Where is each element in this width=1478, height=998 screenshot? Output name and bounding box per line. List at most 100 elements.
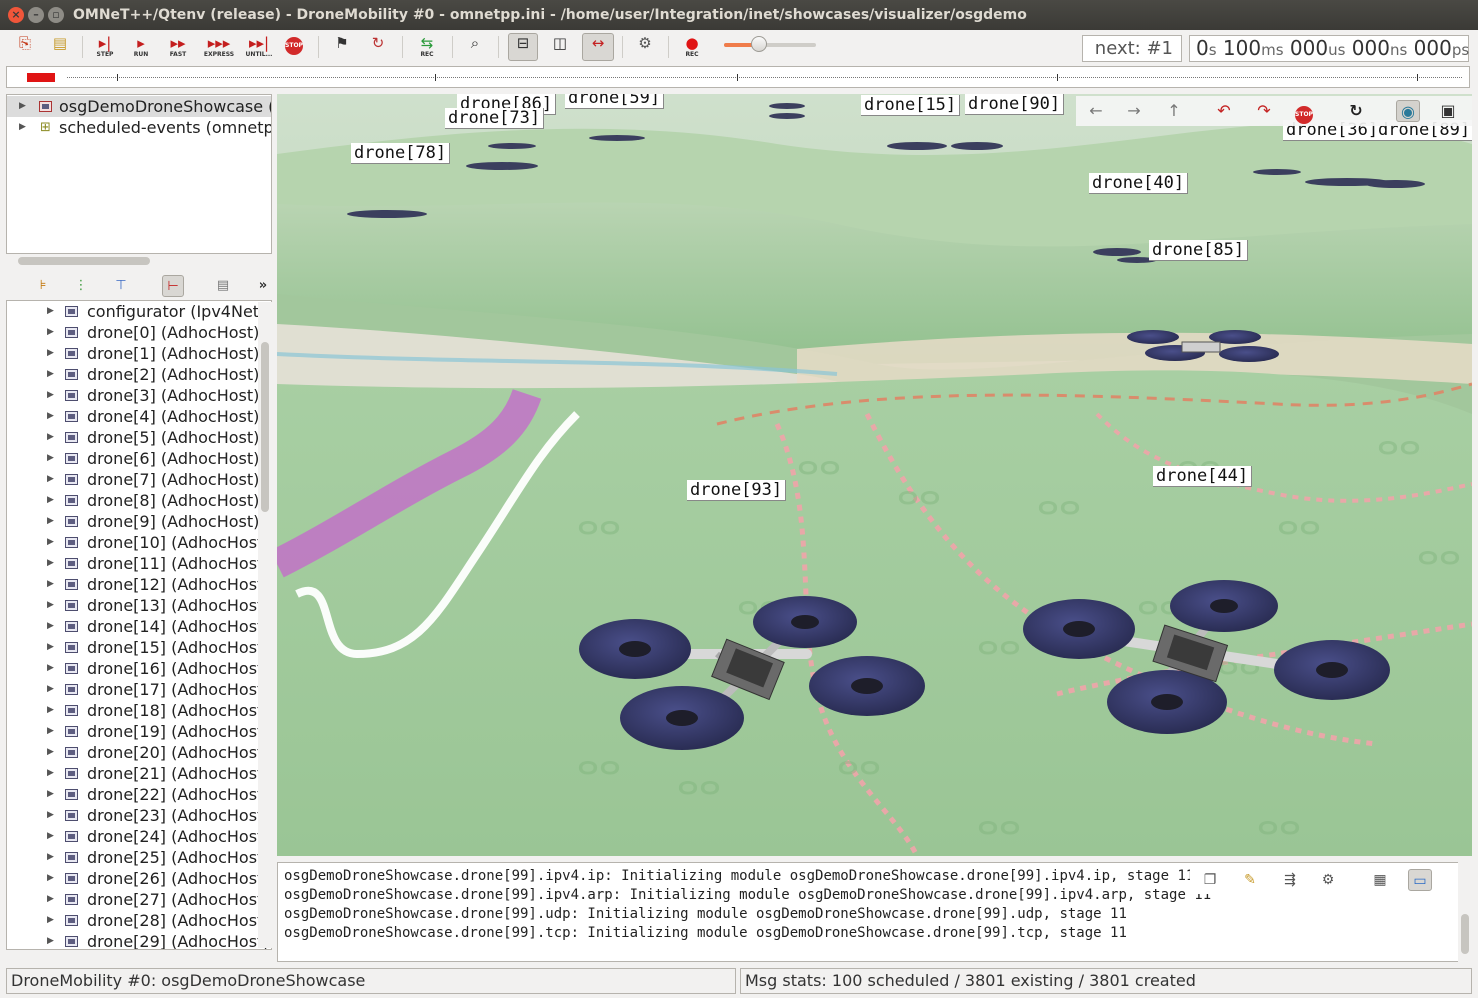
expand-arrow-icon[interactable]: ▶: [47, 910, 54, 931]
until-button[interactable]: ▸▸| UNTIL...: [242, 33, 276, 61]
window-minimize-button[interactable]: –: [28, 7, 44, 23]
module-tree-item[interactable]: ▶ drone[5] (AdhocHost): [7, 427, 271, 448]
module-tree-item[interactable]: ▶ drone[12] (AdhocHost): [7, 574, 271, 595]
expand-arrow-icon[interactable]: ▶: [47, 889, 54, 910]
expand-arrow-icon[interactable]: ▶: [47, 847, 54, 868]
expand-arrow-icon[interactable]: ▶: [47, 385, 54, 406]
expand-arrow-icon[interactable]: ▶: [47, 784, 54, 805]
expand-arrow-icon[interactable]: ▶: [47, 301, 54, 322]
expand-arrow-icon[interactable]: ▶: [47, 931, 54, 949]
record-video-button[interactable]: ● REC: [678, 33, 706, 61]
module-tree-item[interactable]: ▶ drone[17] (AdhocHost): [7, 679, 271, 700]
expand-arrow-icon[interactable]: ▶: [47, 616, 54, 637]
expand-arrow-icon[interactable]: ▶: [47, 574, 54, 595]
expand-arrow-icon[interactable]: ▶: [47, 448, 54, 469]
module-view-icon[interactable]: ▣: [1436, 100, 1460, 122]
scrollbar-thumb[interactable]: [261, 342, 269, 512]
expand-arrow-icon[interactable]: ▶: [47, 406, 54, 427]
expand-arrow-icon[interactable]: ▶: [47, 511, 54, 532]
expand-arrow-icon[interactable]: ▶: [47, 343, 54, 364]
event-timeline[interactable]: [6, 66, 1470, 88]
module-tree-item[interactable]: ▶ drone[23] (AdhocHost): [7, 805, 271, 826]
expand-arrow-icon[interactable]: ▶: [47, 868, 54, 889]
scrollbar-thumb[interactable]: [1461, 914, 1469, 954]
module-tree-vscrollbar[interactable]: [258, 302, 272, 948]
module-tree-item[interactable]: ▶ drone[29] (AdhocHost): [7, 931, 271, 949]
load-ned-button[interactable]: ▤: [48, 33, 72, 61]
module-tree-item[interactable]: ▶ drone[14] (AdhocHost): [7, 616, 271, 637]
step-button[interactable]: ▸| STEP: [90, 33, 120, 61]
stop-icon[interactable]: STOP: [1292, 100, 1316, 124]
stop-button[interactable]: STOP: [282, 33, 306, 61]
expand-arrow-icon[interactable]: ▶: [19, 96, 26, 117]
rebuild-network-button[interactable]: ↻: [366, 33, 390, 61]
window-close-button[interactable]: ×: [8, 7, 24, 23]
express-button[interactable]: ▸▸▸ EXPRESS: [200, 33, 238, 61]
module-tree-item[interactable]: ▶ drone[2] (AdhocHost): [7, 364, 271, 385]
module-tree-item[interactable]: ▶ drone[13] (AdhocHost): [7, 595, 271, 616]
module-tree-item[interactable]: ▶ drone[15] (AdhocHost): [7, 637, 271, 658]
tree-item-network[interactable]: ▶ osgDemoDroneShowcase (c: [7, 96, 271, 117]
log-vscrollbar[interactable]: [1458, 862, 1472, 962]
module-tree-item[interactable]: ▶ configurator (Ipv4NetworkConfigurator): [7, 301, 271, 322]
back-arrow-icon[interactable]: ←: [1084, 100, 1108, 122]
log-view-icon[interactable]: ▭: [1408, 869, 1432, 891]
expand-arrow-icon[interactable]: ▶: [19, 117, 26, 138]
module-tree-item[interactable]: ▶ drone[19] (AdhocHost): [7, 721, 271, 742]
osg-3d-canvas[interactable]: ⴰⴰⴰⴰⴰⴰ ⴰⴰⴰⴰⴰⴰ ⴰⴰⴰⴰⴰⴰ ⴰⴰⴰⴰⴰⴰ ⴰⴰⴰⴰⴰⴰ ⴰⴰⴰⴰⴰ…: [277, 94, 1472, 856]
module-tree-item[interactable]: ▶ drone[11] (AdhocHost): [7, 553, 271, 574]
new-run-button[interactable]: ⎘: [14, 33, 36, 61]
expand-arrow-icon[interactable]: ▶: [47, 553, 54, 574]
layout-horizontal-button[interactable]: ⊟: [508, 33, 538, 61]
module-tree-item[interactable]: ▶ drone[6] (AdhocHost): [7, 448, 271, 469]
finish-simulation-button[interactable]: ⚑: [330, 33, 354, 61]
preferences-button[interactable]: ⚙: [632, 33, 658, 61]
speed-slider-handle[interactable]: [750, 36, 767, 52]
object-tree-hscrollbar[interactable]: [8, 255, 270, 267]
module-tree-item[interactable]: ▶ drone[3] (AdhocHost): [7, 385, 271, 406]
run-button[interactable]: ▸ RUN: [126, 33, 156, 61]
more-chevron-icon[interactable]: »: [252, 275, 274, 297]
expand-arrow-icon[interactable]: ▶: [47, 490, 54, 511]
module-tree-item[interactable]: ▶ drone[0] (AdhocHost): [7, 322, 271, 343]
timeline-event-marker[interactable]: [27, 73, 55, 82]
layout-vertical-button[interactable]: ◫: [546, 33, 574, 61]
up-arrow-icon[interactable]: ↑: [1162, 100, 1186, 122]
group-by-icon[interactable]: ⊧: [32, 275, 54, 297]
expand-arrow-icon[interactable]: ▶: [47, 679, 54, 700]
animation-speed-slider[interactable]: [724, 43, 816, 47]
expand-arrow-icon[interactable]: ▶: [47, 700, 54, 721]
expand-arrow-icon[interactable]: ▶: [47, 427, 54, 448]
module-tree-item[interactable]: ▶ drone[7] (AdhocHost): [7, 469, 271, 490]
module-tree-item[interactable]: ▶ drone[9] (AdhocHost): [7, 511, 271, 532]
module-tree-item[interactable]: ▶ drone[24] (AdhocHost): [7, 826, 271, 847]
step-forward-icon[interactable]: ↷: [1252, 100, 1276, 122]
flat-view-icon[interactable]: ⋮: [70, 275, 92, 297]
expand-arrow-icon[interactable]: ▶: [47, 721, 54, 742]
module-tree-item[interactable]: ▶ drone[27] (AdhocHost): [7, 889, 271, 910]
tree-item-scheduled-events[interactable]: ▶ ⊞ scheduled-events (omnetpp: [7, 117, 271, 138]
expand-arrow-icon[interactable]: ▶: [47, 637, 54, 658]
expand-arrow-icon[interactable]: ▶: [47, 805, 54, 826]
module-tree-item[interactable]: ▶ drone[28] (AdhocHost): [7, 910, 271, 931]
expand-arrow-icon[interactable]: ▶: [47, 763, 54, 784]
scrollbar-thumb[interactable]: [18, 257, 150, 265]
copy-icon[interactable]: ❐: [1198, 869, 1222, 891]
module-tree-item[interactable]: ▶ drone[1] (AdhocHost): [7, 343, 271, 364]
expand-arrow-icon[interactable]: ▶: [47, 322, 54, 343]
inheritance-view-icon[interactable]: ⊢: [162, 275, 184, 297]
record-eventlog-button[interactable]: ⇆ REC: [412, 33, 442, 61]
step-back-icon[interactable]: ↶: [1212, 100, 1236, 122]
find-objects-button[interactable]: ⌕: [462, 33, 488, 61]
module-tree-item[interactable]: ▶ drone[25] (AdhocHost): [7, 847, 271, 868]
module-tree-item[interactable]: ▶ drone[4] (AdhocHost): [7, 406, 271, 427]
filter-icon[interactable]: ⇶: [1278, 869, 1302, 891]
expand-arrow-icon[interactable]: ▶: [47, 742, 54, 763]
expand-arrow-icon[interactable]: ▶: [47, 364, 54, 385]
window-maximize-button[interactable]: ▫: [48, 7, 64, 23]
module-tree-item[interactable]: ▶ drone[18] (AdhocHost): [7, 700, 271, 721]
expand-arrow-icon[interactable]: ▶: [47, 826, 54, 847]
module-tree-item[interactable]: ▶ drone[22] (AdhocHost): [7, 784, 271, 805]
expand-arrow-icon[interactable]: ▶: [47, 658, 54, 679]
timeline-toggle-button[interactable]: ↔: [582, 33, 614, 61]
